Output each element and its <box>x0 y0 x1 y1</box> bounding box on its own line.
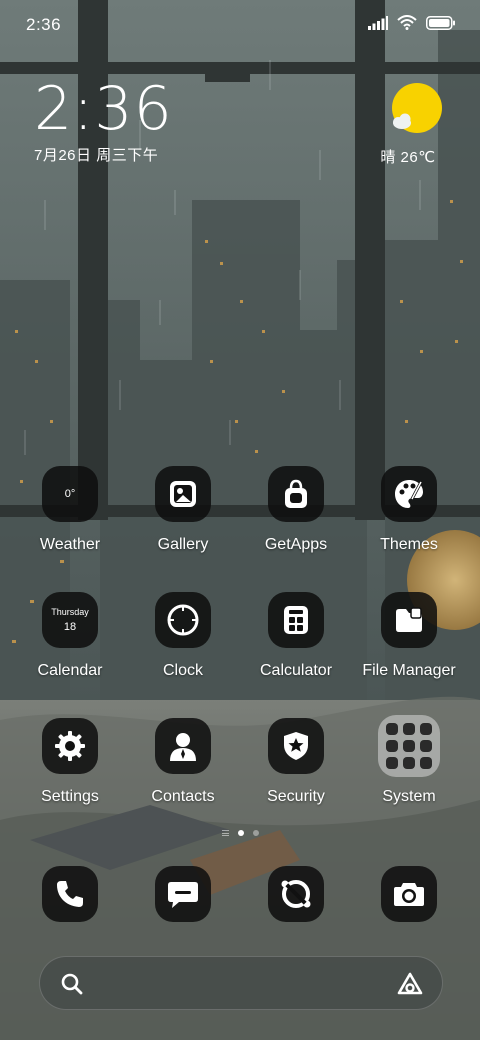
mini-app-icon <box>386 740 398 752</box>
page-indicator[interactable] <box>0 830 480 836</box>
sunny-partly-cloudy-icon <box>388 82 442 134</box>
status-time: 2:36 <box>26 15 62 34</box>
app-label: Calendar <box>37 662 103 679</box>
camera-icon <box>381 866 437 922</box>
app-security[interactable]: Security <box>241 718 351 806</box>
app-label: Gallery <box>157 536 209 553</box>
dock <box>0 866 480 922</box>
status-icons <box>368 15 456 30</box>
app-getapps[interactable]: GetApps <box>241 466 351 554</box>
file-manager-icon <box>381 592 437 648</box>
battery-icon <box>426 15 455 30</box>
getapps-icon <box>268 466 324 522</box>
clock-widget-time: 2:36 <box>34 74 173 144</box>
gallery-icon <box>155 466 211 522</box>
security-icon <box>268 718 324 774</box>
status-bar: 2:36 <box>0 0 480 50</box>
mini-app-icon <box>420 757 432 769</box>
search-bar[interactable] <box>39 956 443 1010</box>
app-themes[interactable]: Themes <box>354 466 464 554</box>
app-label: Settings <box>41 788 99 805</box>
browser-icon <box>268 866 324 922</box>
clock-icon <box>155 592 211 648</box>
app-label: Calculator <box>259 662 333 679</box>
mini-app-icon <box>403 740 415 752</box>
mini-app-icon <box>420 723 432 735</box>
app-system-folder[interactable]: System <box>354 715 464 806</box>
app-gallery[interactable]: Gallery <box>128 466 238 554</box>
app-grid: 0° Weather Gallery GetApps Themes Thursd… <box>0 466 480 844</box>
app-label: Themes <box>380 536 438 553</box>
calculator-icon <box>268 592 324 648</box>
page-dot <box>252 830 259 836</box>
clock-widget-date: 7月26日 周三下午 <box>34 147 159 164</box>
wifi-icon <box>397 15 417 30</box>
calendar-icon: Thursday 18 <box>42 592 98 648</box>
mini-app-icon <box>403 723 415 735</box>
app-settings[interactable]: Settings <box>15 718 125 806</box>
app-label: File Manager <box>362 662 456 679</box>
themes-icon <box>381 466 437 522</box>
app-file-manager[interactable]: File Manager <box>354 592 464 680</box>
signal-icon <box>368 15 388 30</box>
app-row: Settings Contacts Security System <box>0 715 480 844</box>
assistant-icon[interactable] <box>396 971 424 997</box>
mini-app-icon <box>403 757 415 769</box>
page-dot-active <box>237 830 244 836</box>
app-label: System <box>382 788 436 805</box>
search-input[interactable] <box>100 969 380 999</box>
app-calendar[interactable]: Thursday 18 Calendar <box>15 592 125 680</box>
system-folder-icon <box>378 715 440 777</box>
calendar-tile-date: 18 <box>63 620 77 633</box>
app-label: Contacts <box>151 788 215 805</box>
weather-summary: 晴 26℃ <box>380 149 436 166</box>
settings-icon <box>42 718 98 774</box>
app-row: Thursday 18 Calendar Clock Calculator Fi… <box>0 592 480 718</box>
weather-tile-temp: 0° <box>64 488 76 500</box>
weather-icon: 0° <box>42 466 98 522</box>
app-label: Clock <box>162 662 203 679</box>
contacts-icon <box>155 718 211 774</box>
mini-app-icon <box>420 740 432 752</box>
mini-app-icon <box>386 757 398 769</box>
clock-widget[interactable]: 2:36 7月26日 周三下午 <box>34 78 173 165</box>
weather-widget[interactable]: 晴 26℃ <box>380 82 444 167</box>
mini-app-icon <box>386 723 398 735</box>
dock-phone[interactable] <box>15 866 125 922</box>
app-label: Weather <box>39 536 101 553</box>
app-row: 0° Weather Gallery GetApps Themes <box>0 466 480 592</box>
dock-browser[interactable] <box>241 866 351 922</box>
app-clock[interactable]: Clock <box>128 592 238 680</box>
app-contacts[interactable]: Contacts <box>128 718 238 806</box>
search-icon[interactable] <box>60 972 84 996</box>
app-label: GetApps <box>264 536 328 553</box>
messages-icon <box>155 866 211 922</box>
app-calculator[interactable]: Calculator <box>241 592 351 680</box>
dock-camera[interactable] <box>354 866 464 922</box>
calendar-tile-day: Thursday <box>51 606 89 617</box>
app-label: Security <box>267 788 325 805</box>
dock-messages[interactable] <box>128 866 238 922</box>
app-drawer-indicator <box>221 830 229 836</box>
phone-icon <box>42 866 98 922</box>
app-weather[interactable]: 0° Weather <box>15 466 125 554</box>
